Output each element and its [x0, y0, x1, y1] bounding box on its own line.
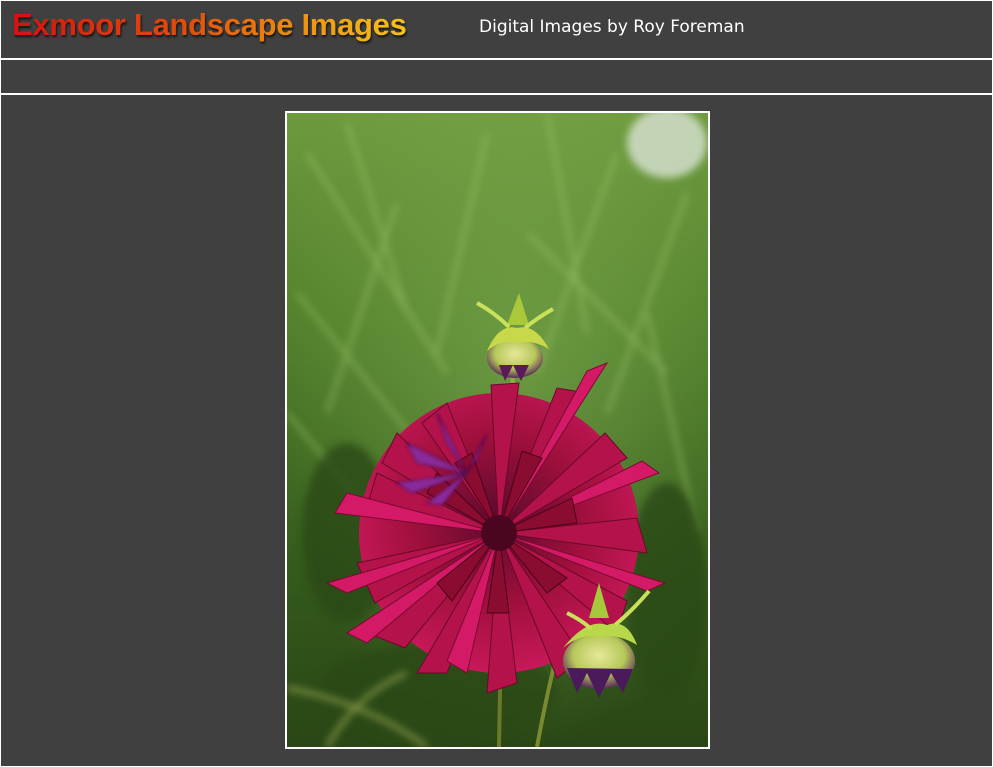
site-title[interactable]: Exmoor Landscape Images — [12, 7, 407, 43]
dahlia-flower-photo — [287, 113, 708, 747]
site-subtitle: Digital Images by Roy Foreman — [479, 17, 745, 37]
page-frame: Exmoor Landscape Images Digital Images b… — [1, 1, 992, 766]
nav-bar — [1, 60, 992, 95]
main-photo[interactable] — [285, 111, 710, 749]
site-header: Exmoor Landscape Images Digital Images b… — [1, 1, 992, 60]
